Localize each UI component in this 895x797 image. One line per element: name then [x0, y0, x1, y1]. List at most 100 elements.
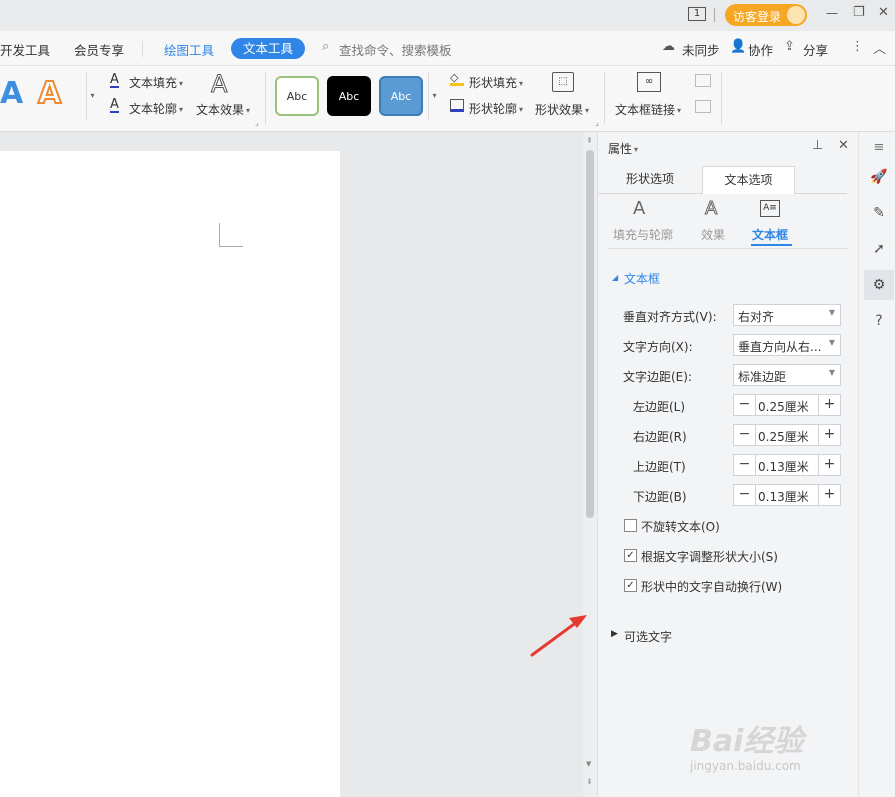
text-outline-icon[interactable]: A	[110, 98, 119, 113]
textbox-link-icon[interactable]: ∞	[637, 72, 661, 92]
shape-outline-icon[interactable]	[450, 99, 464, 112]
increment-button[interactable]: +	[818, 485, 840, 505]
unsync-button[interactable]: 未同步	[682, 40, 720, 59]
text-fill-button[interactable]: 文本填充 ▾	[129, 74, 183, 91]
section-collapse-icon[interactable]: ▶	[611, 629, 618, 639]
properties-icon[interactable]: ⚙	[864, 270, 894, 300]
cloud-icon[interactable]: ☁	[662, 39, 675, 54]
collapse-ribbon-icon[interactable]: ︿	[873, 38, 886, 57]
scroll-down-icon[interactable]: ▼	[586, 760, 591, 768]
login-button[interactable]: 访客登录	[725, 4, 807, 26]
decrement-button[interactable]: −	[734, 485, 756, 505]
close-button[interactable]: ✕	[878, 5, 889, 20]
more-icon[interactable]: ⋮	[851, 39, 864, 54]
text-effect-icon[interactable]: A	[210, 70, 227, 99]
tab-member[interactable]: 会员专享	[74, 40, 124, 59]
page-count-icon[interactable]: 1	[688, 7, 706, 21]
subtab-textbox[interactable]: 文本框	[752, 226, 788, 243]
tab-shape-options[interactable]: 形状选项	[598, 166, 702, 194]
resize-shape-label[interactable]: 根据文字调整形状大小(S)	[641, 548, 778, 565]
help-icon[interactable]: ?	[868, 310, 890, 332]
panel-title[interactable]: 属性 ▾	[608, 140, 638, 157]
subtab-active-underline	[751, 244, 792, 246]
shape-effect-button[interactable]: 形状效果 ▾	[535, 101, 589, 118]
resize-shape-checkbox[interactable]: ✓	[624, 549, 637, 562]
direction-label: 文字方向(X):	[623, 340, 693, 354]
no-rotate-label[interactable]: 不旋转文本(O)	[641, 518, 720, 535]
wordart-sample-blue[interactable]: A	[0, 76, 23, 111]
decrement-button[interactable]: −	[734, 455, 756, 475]
wrap-text-checkbox[interactable]: ✓	[624, 579, 637, 592]
tab-text-options[interactable]: 文本选项	[702, 166, 795, 194]
subtab-fill-outline[interactable]: 填充与轮廓	[613, 226, 673, 243]
wrap-text-label[interactable]: 形状中的文字自动换行(W)	[641, 578, 782, 595]
avatar	[787, 6, 805, 24]
shape-outline-button[interactable]: 形状轮廓 ▾	[469, 100, 523, 117]
section-expand-icon[interactable]: ◢	[612, 273, 618, 282]
shape-fill-button[interactable]: 形状填充 ▾	[469, 74, 523, 91]
right-margin-stepper[interactable]: − 0.25厘米 +	[733, 424, 841, 446]
bottom-margin-stepper[interactable]: − 0.13厘米 +	[733, 484, 841, 506]
property-panel: 属性 ▾ ⊥ ✕ 形状选项 文本选项 A 填充与轮廓 A 效果 A≡ 文本框 ◢ …	[597, 132, 858, 797]
subtab-effect[interactable]: 效果	[701, 226, 725, 243]
restore-button[interactable]: ❐	[853, 5, 865, 20]
shape-style-blue[interactable]: Abc	[379, 76, 423, 116]
tab-dev-tools[interactable]: 开发工具	[0, 40, 50, 59]
scroll-top-icon[interactable]: ⇞	[586, 136, 593, 145]
share-icon[interactable]: ⇪	[784, 39, 795, 54]
effect-icon[interactable]: A	[704, 198, 717, 220]
tab-text-tools[interactable]: 文本工具	[231, 38, 305, 59]
decrement-button[interactable]: −	[734, 425, 756, 445]
collab-button[interactable]: 协作	[748, 40, 773, 59]
rocket-icon[interactable]: 🚀	[868, 166, 890, 188]
menu-icon[interactable]: ≡	[868, 136, 890, 158]
textbox-icon[interactable]: A≡	[760, 200, 780, 217]
no-rotate-checkbox[interactable]	[624, 519, 637, 532]
increment-button[interactable]: +	[818, 425, 840, 445]
separator	[721, 72, 722, 124]
top-margin-stepper[interactable]: − 0.13厘米 +	[733, 454, 841, 476]
shape-effect-icon[interactable]: ⬚	[552, 72, 574, 92]
separator	[265, 72, 266, 124]
text-fill-icon[interactable]: A	[110, 73, 119, 88]
search-icon[interactable]: ⌕	[322, 39, 329, 54]
textbox-link-button[interactable]: 文本框链接 ▾	[615, 101, 681, 118]
menu-tab-bar: 开发工具 会员专享 绘图工具 文本工具 ⌕ 查找命令、搜索模板 ☁ 未同步 👤 …	[0, 31, 895, 66]
share-button[interactable]: 分享	[803, 40, 828, 59]
pin-icon[interactable]: ⊥	[812, 138, 823, 153]
left-margin-stepper[interactable]: − 0.25厘米 +	[733, 394, 841, 416]
document-page[interactable]	[0, 151, 340, 797]
margin-select[interactable]: 标准边距 ▼	[733, 364, 841, 386]
shape-style-black[interactable]: Abc	[327, 76, 371, 116]
panel-close-icon[interactable]: ✕	[838, 138, 849, 153]
shape-fill-icon[interactable]: ◇	[450, 72, 464, 86]
subtab-divider	[608, 248, 848, 249]
margin-label: 文字边距(E):	[623, 370, 692, 384]
separator	[714, 8, 715, 22]
wordart-gallery-more[interactable]: ▾	[86, 72, 98, 120]
scrollbar-thumb[interactable]	[586, 150, 594, 518]
annotation-arrow	[530, 615, 587, 657]
shape-style-more[interactable]: ▾	[428, 72, 440, 120]
pen-icon[interactable]: ✎	[868, 202, 890, 224]
scroll-bottom-icon[interactable]: ⇟	[586, 777, 593, 786]
text-outline-button[interactable]: 文本轮廓 ▾	[129, 100, 183, 117]
valign-select[interactable]: 右对齐 ▼	[733, 304, 841, 326]
fill-outline-icon[interactable]: A	[633, 198, 645, 219]
minimize-button[interactable]: —	[826, 6, 838, 20]
search-input[interactable]: 查找命令、搜索模板	[339, 40, 452, 59]
increment-button[interactable]: +	[818, 455, 840, 475]
cursor-icon[interactable]: ➚	[868, 238, 890, 260]
shape-style-white[interactable]: Abc	[275, 76, 319, 116]
text-effect-button[interactable]: 文本效果 ▾	[196, 101, 250, 118]
wordart-sample-orange[interactable]: A	[37, 75, 62, 112]
decrement-button[interactable]: −	[734, 395, 756, 415]
dialog-launcher-icon[interactable]: ⌟	[255, 118, 259, 127]
increment-button[interactable]: +	[818, 395, 840, 415]
section-alt-text-title[interactable]: 可选文字	[624, 628, 672, 645]
tab-drawing-tools[interactable]: 绘图工具	[164, 40, 214, 59]
section-textbox-title[interactable]: 文本框	[624, 270, 660, 287]
dialog-launcher-icon[interactable]: ⌟	[595, 118, 599, 127]
direction-select[interactable]: 垂直方向从右... ▼	[733, 334, 841, 356]
user-icon[interactable]: 👤	[730, 39, 746, 54]
